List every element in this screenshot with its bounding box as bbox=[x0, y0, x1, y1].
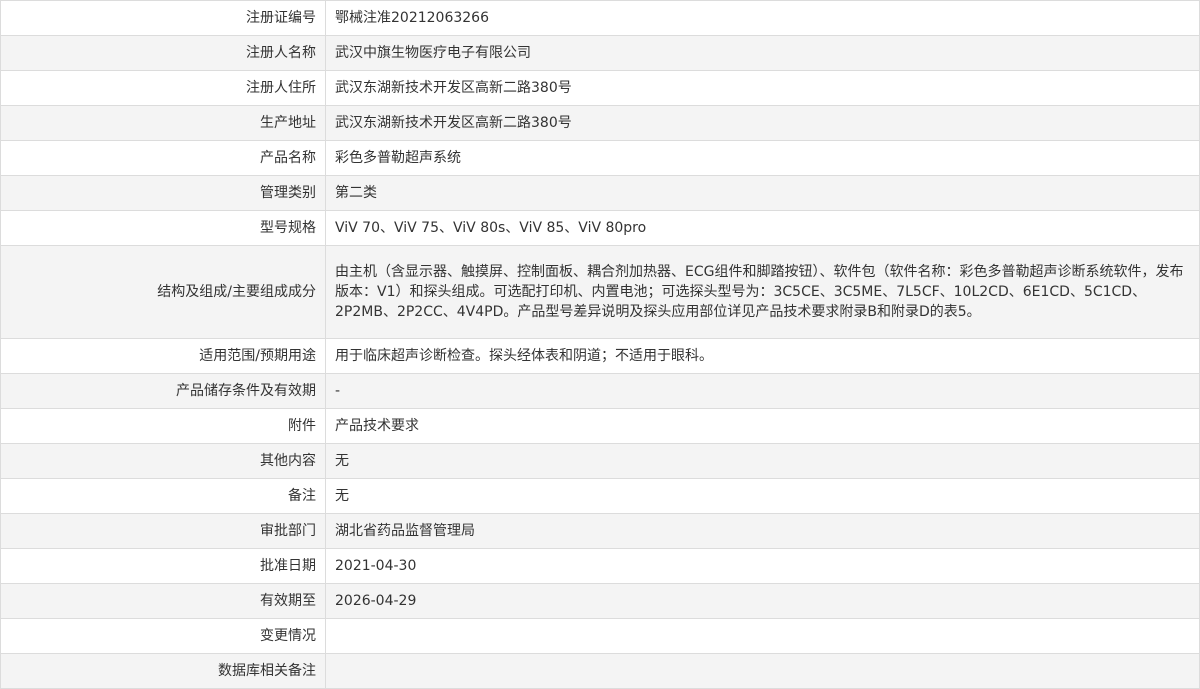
field-label: 注册人名称 bbox=[0, 35, 326, 71]
field-label: 产品名称 bbox=[0, 140, 326, 176]
registration-record-table: 注册证编号 鄂械注准20212063266 注册人名称 武汉中旗生物医疗电子有限… bbox=[0, 0, 1200, 689]
field-value: - bbox=[325, 373, 1200, 409]
field-value: 湖北省药品监督管理局 bbox=[325, 513, 1200, 549]
field-label: 附件 bbox=[0, 408, 326, 444]
field-value: 武汉东湖新技术开发区高新二路380号 bbox=[325, 105, 1200, 141]
field-label: 注册证编号 bbox=[0, 0, 326, 36]
table-row: 产品储存条件及有效期 - bbox=[0, 373, 1200, 409]
table-row: 审批部门 湖北省药品监督管理局 bbox=[0, 513, 1200, 549]
field-value: 鄂械注准20212063266 bbox=[325, 0, 1200, 36]
field-label: 其他内容 bbox=[0, 443, 326, 479]
field-value: 2021-04-30 bbox=[325, 548, 1200, 584]
field-label: 注册人住所 bbox=[0, 70, 326, 106]
field-value bbox=[325, 653, 1200, 689]
field-label: 型号规格 bbox=[0, 210, 326, 246]
field-value: 无 bbox=[325, 478, 1200, 514]
table-row: 注册人名称 武汉中旗生物医疗电子有限公司 bbox=[0, 35, 1200, 71]
table-row: 备注 无 bbox=[0, 478, 1200, 514]
table-row: 批准日期 2021-04-30 bbox=[0, 548, 1200, 584]
field-label: 备注 bbox=[0, 478, 326, 514]
field-label: 审批部门 bbox=[0, 513, 326, 549]
table-row: 有效期至 2026-04-29 bbox=[0, 583, 1200, 619]
field-value: 无 bbox=[325, 443, 1200, 479]
field-value: 第二类 bbox=[325, 175, 1200, 211]
table-row: 变更情况 bbox=[0, 618, 1200, 654]
table-row: 管理类别 第二类 bbox=[0, 175, 1200, 211]
field-label: 数据库相关备注 bbox=[0, 653, 326, 689]
field-value bbox=[325, 618, 1200, 654]
field-value: 由主机（含显示器、触摸屏、控制面板、耦合剂加热器、ECG组件和脚踏按钮）、软件包… bbox=[325, 245, 1200, 339]
field-label: 批准日期 bbox=[0, 548, 326, 584]
table-row: 结构及组成/主要组成成分 由主机（含显示器、触摸屏、控制面板、耦合剂加热器、EC… bbox=[0, 245, 1200, 339]
field-value: ViV 70、ViV 75、ViV 80s、ViV 85、ViV 80pro bbox=[325, 210, 1200, 246]
field-label: 有效期至 bbox=[0, 583, 326, 619]
table-row: 生产地址 武汉东湖新技术开发区高新二路380号 bbox=[0, 105, 1200, 141]
field-label: 产品储存条件及有效期 bbox=[0, 373, 326, 409]
table-row: 数据库相关备注 bbox=[0, 653, 1200, 689]
field-label: 管理类别 bbox=[0, 175, 326, 211]
field-label: 变更情况 bbox=[0, 618, 326, 654]
table-row: 型号规格 ViV 70、ViV 75、ViV 80s、ViV 85、ViV 80… bbox=[0, 210, 1200, 246]
field-value: 用于临床超声诊断检查。探头经体表和阴道；不适用于眼科。 bbox=[325, 338, 1200, 374]
table-row: 产品名称 彩色多普勒超声系统 bbox=[0, 140, 1200, 176]
field-label: 适用范围/预期用途 bbox=[0, 338, 326, 374]
field-value: 2026-04-29 bbox=[325, 583, 1200, 619]
field-label: 生产地址 bbox=[0, 105, 326, 141]
table-row: 注册证编号 鄂械注准20212063266 bbox=[0, 0, 1200, 36]
field-value: 武汉中旗生物医疗电子有限公司 bbox=[325, 35, 1200, 71]
table-row: 其他内容 无 bbox=[0, 443, 1200, 479]
field-label: 结构及组成/主要组成成分 bbox=[0, 245, 326, 339]
field-value: 彩色多普勒超声系统 bbox=[325, 140, 1200, 176]
table-row: 适用范围/预期用途 用于临床超声诊断检查。探头经体表和阴道；不适用于眼科。 bbox=[0, 338, 1200, 374]
table-row: 注册人住所 武汉东湖新技术开发区高新二路380号 bbox=[0, 70, 1200, 106]
field-value: 武汉东湖新技术开发区高新二路380号 bbox=[325, 70, 1200, 106]
field-value: 产品技术要求 bbox=[325, 408, 1200, 444]
table-row: 附件 产品技术要求 bbox=[0, 408, 1200, 444]
